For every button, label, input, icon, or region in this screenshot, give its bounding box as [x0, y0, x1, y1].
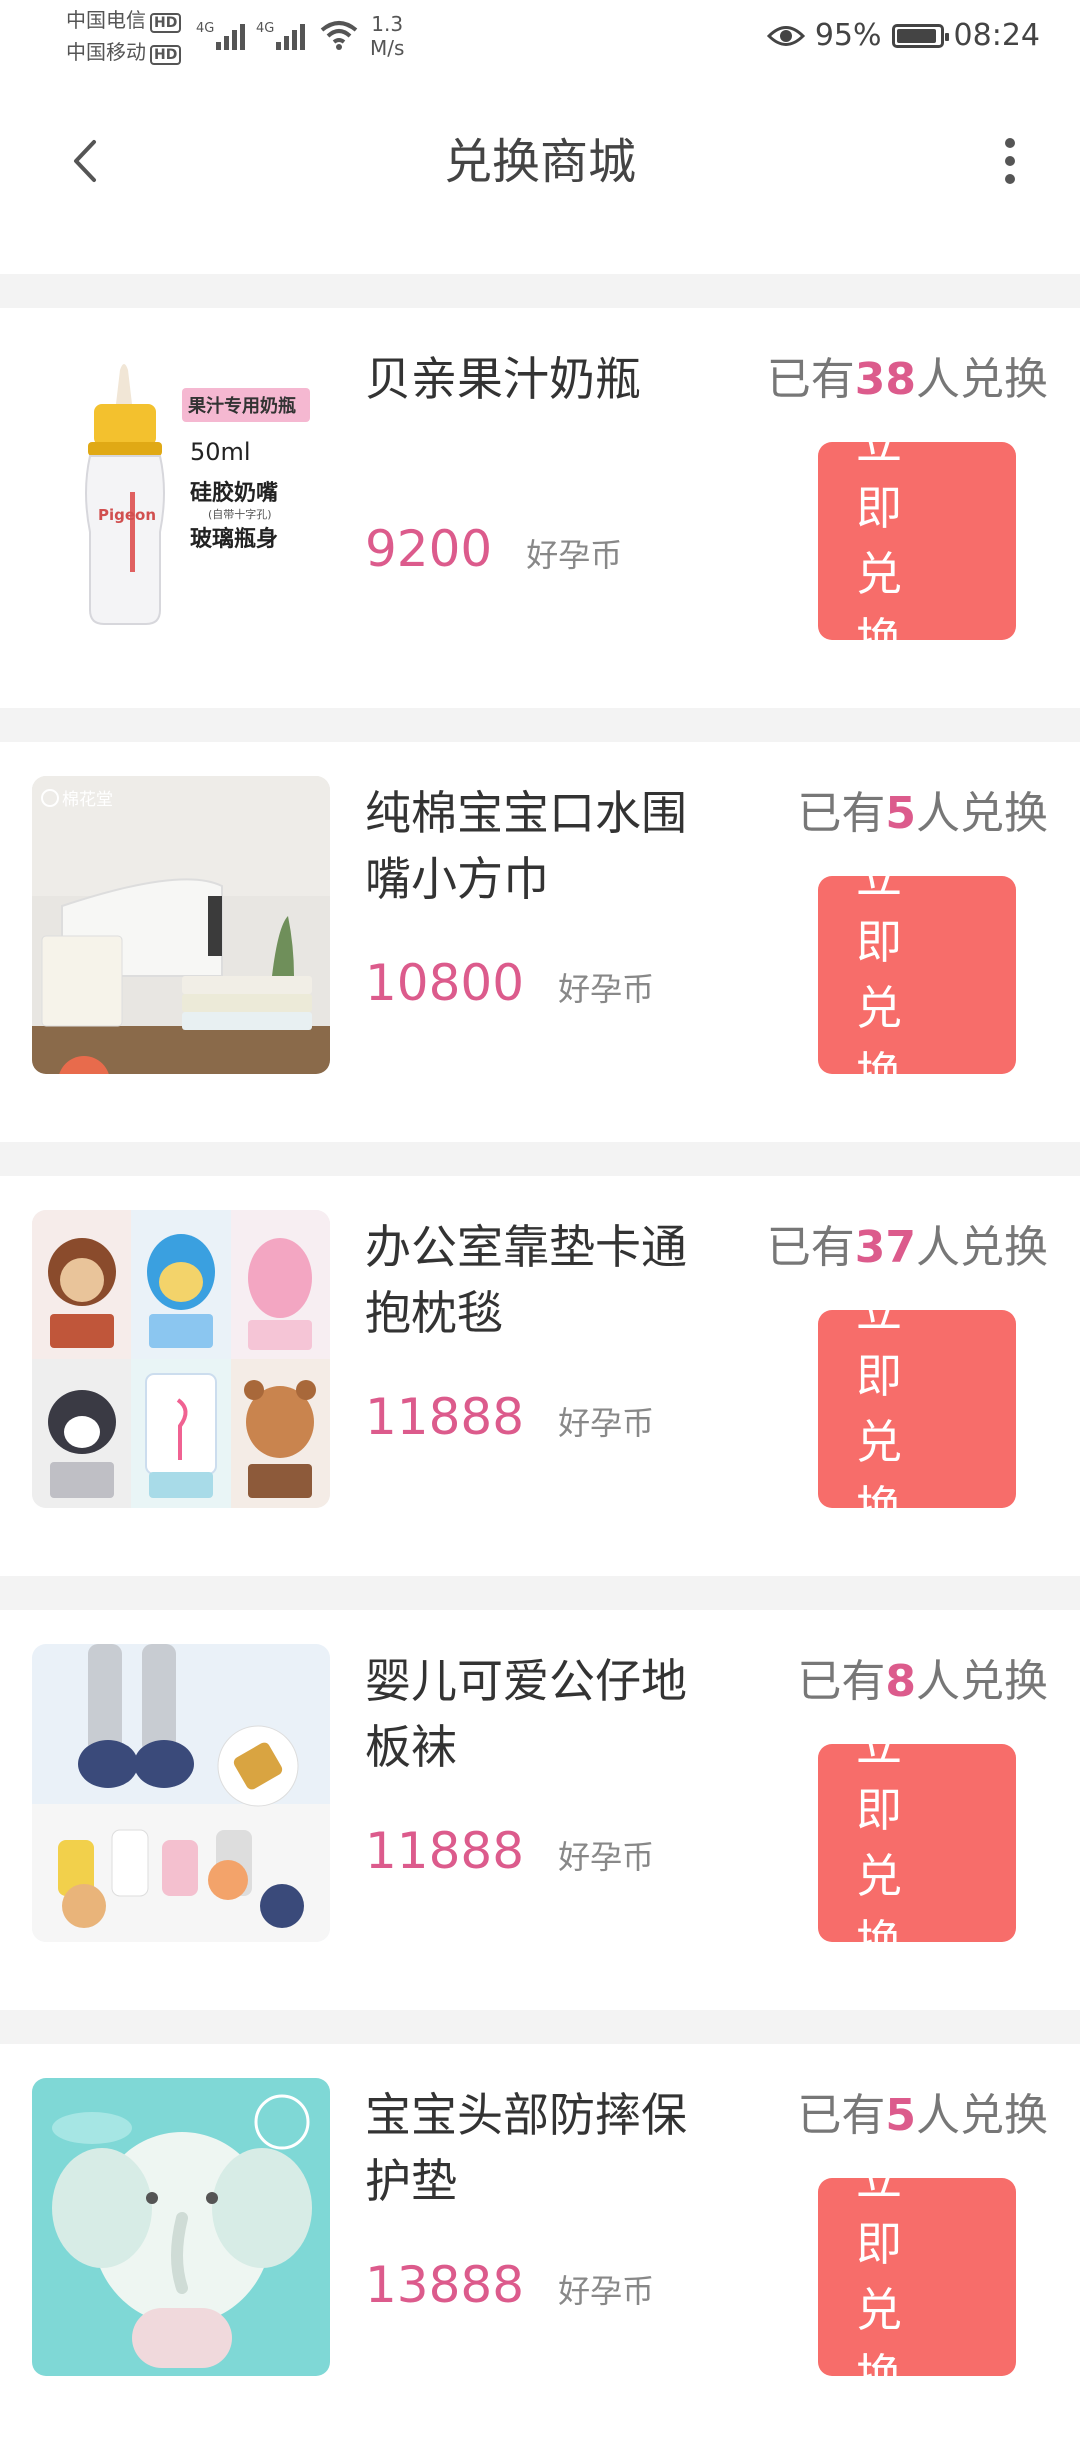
redeem-count: 已有5人兑换 — [797, 788, 1048, 839]
signal-icon: 4G — [196, 21, 245, 50]
battery-level — [896, 28, 937, 43]
product-list: Pigeon 果汁专用奶瓶 50ml 硅胶奶嘴 (自带十字孔) 玻璃瓶身 贝亲果… — [0, 274, 1080, 2444]
price-row: 10800 好孕币 — [365, 954, 654, 1012]
head-protector-illustration — [32, 2078, 330, 2376]
bottle-tag-5: 玻璃瓶身 — [190, 526, 278, 552]
bottle-tag-2: 50ml — [190, 438, 251, 466]
product-item[interactable]: 婴儿可爱公仔地板袜 11888 好孕币 已有8人兑换 立 即 兑 换 — [0, 1576, 1080, 2010]
bottle-tag-4: (自带十字孔) — [208, 507, 272, 521]
socks-illustration — [32, 1644, 330, 1942]
product-name[interactable]: 办公室靠垫卡通抱枕毯 — [365, 1214, 705, 1346]
product-name[interactable]: 贝亲果汁奶瓶 — [365, 346, 705, 412]
nav-bar: 兑换商城 — [0, 76, 1080, 246]
page-title: 兑换商城 — [443, 134, 636, 190]
product-name[interactable]: 宝宝头部防摔保护垫 — [365, 2082, 705, 2214]
bottle-tag-3: 硅胶奶嘴 — [190, 480, 278, 506]
product-image-head-protector[interactable] — [32, 2078, 330, 2376]
redeem-button[interactable]: 立 即 兑 换 — [818, 1717, 1016, 1969]
price-unit: 好孕币 — [526, 536, 623, 574]
price-unit: 好孕币 — [558, 1838, 655, 1876]
redeem-button[interactable]: 立 即 兑 换 — [818, 1283, 1016, 1535]
price-row: 9200 好孕币 — [365, 520, 622, 578]
product-image-cushions[interactable] — [32, 1210, 330, 1508]
bibs-illustration: 棉花堂 — [32, 776, 330, 1074]
price-row: 13888 好孕币 — [365, 2256, 654, 2314]
price-row: 11888 好孕币 — [365, 1388, 654, 1446]
product-name[interactable]: 婴儿可爱公仔地板袜 — [365, 1648, 705, 1780]
product-image-bibs[interactable]: 棉花堂 — [32, 776, 330, 1074]
more-options-button[interactable] — [980, 126, 1040, 196]
product-price: 13888 — [365, 2256, 525, 2314]
product-image-socks[interactable] — [32, 1644, 330, 1942]
carrier-1: 中国电信 HD — [66, 6, 182, 34]
product-price: 11888 — [365, 1822, 525, 1880]
bottle-brand-text: Pigeon — [98, 506, 156, 524]
product-name[interactable]: 纯棉宝宝口水围嘴小方巾 — [365, 780, 705, 912]
cushions-illustration — [32, 1210, 330, 1508]
product-price: 11888 — [365, 1388, 525, 1446]
bottle-tag-1: 果汁专用奶瓶 — [187, 395, 296, 417]
product-item[interactable]: 办公室靠垫卡通抱枕毯 11888 好孕币 已有37人兑换 立 即 兑 换 — [0, 1142, 1080, 1576]
price-row: 11888 好孕币 — [365, 1822, 654, 1880]
redeem-count: 已有5人兑换 — [797, 2090, 1048, 2141]
signal-icon-2: 4G — [256, 21, 305, 50]
product-price: 9200 — [365, 520, 493, 578]
status-right: 95% 08:24 — [766, 18, 1040, 53]
more-dot-icon — [1005, 174, 1015, 184]
svg-text:4G: 4G — [256, 21, 274, 36]
product-item[interactable]: 棉花堂 纯棉宝宝口水围嘴小方巾 10800 好孕币 已有5人兑换 立 即 兑 换 — [0, 708, 1080, 1142]
clock: 08:24 — [953, 18, 1040, 53]
wifi-icon — [320, 21, 358, 50]
price-unit: 好孕币 — [558, 1404, 655, 1442]
redeem-button[interactable]: 立 即 兑 换 — [818, 415, 1016, 667]
brand-watermark-text: 棉花堂 — [62, 790, 113, 810]
eye-icon — [766, 25, 805, 46]
redeem-button[interactable]: 立 即 兑 换 — [818, 2151, 1016, 2403]
more-dot-icon — [1005, 156, 1015, 166]
battery-icon — [891, 23, 949, 48]
bottle-illustration: Pigeon 果汁专用奶瓶 50ml 硅胶奶嘴 (自带十字孔) 玻璃瓶身 — [32, 342, 330, 640]
product-item[interactable]: Pigeon 果汁专用奶瓶 50ml 硅胶奶嘴 (自带十字孔) 玻璃瓶身 贝亲果… — [0, 274, 1080, 708]
product-item[interactable]: 宝宝头部防摔保护垫 13888 好孕币 已有5人兑换 立 即 兑 换 — [0, 2010, 1080, 2444]
carrier-2: 中国移动 HD — [66, 38, 182, 66]
price-unit: 好孕币 — [558, 2272, 655, 2310]
battery-percent: 95% — [814, 18, 882, 53]
product-image-bottle[interactable]: Pigeon 果汁专用奶瓶 50ml 硅胶奶嘴 (自带十字孔) 玻璃瓶身 — [32, 342, 330, 640]
redeem-count: 已有37人兑换 — [766, 1222, 1048, 1273]
status-bar: 中国电信 HD 中国移动 HD 4G 4G 1.3 M/s 95% 08:24 — [0, 0, 1080, 76]
more-dot-icon — [1005, 138, 1015, 148]
redeem-count: 已有38人兑换 — [766, 354, 1048, 405]
redeem-count: 已有8人兑换 — [797, 1656, 1048, 1707]
redeem-button[interactable]: 立 即 兑 换 — [818, 849, 1016, 1101]
product-price: 10800 — [365, 954, 525, 1012]
net-speed: 1.3 M/s — [370, 12, 405, 60]
svg-text:4G: 4G — [196, 21, 214, 36]
price-unit: 好孕币 — [558, 970, 655, 1008]
